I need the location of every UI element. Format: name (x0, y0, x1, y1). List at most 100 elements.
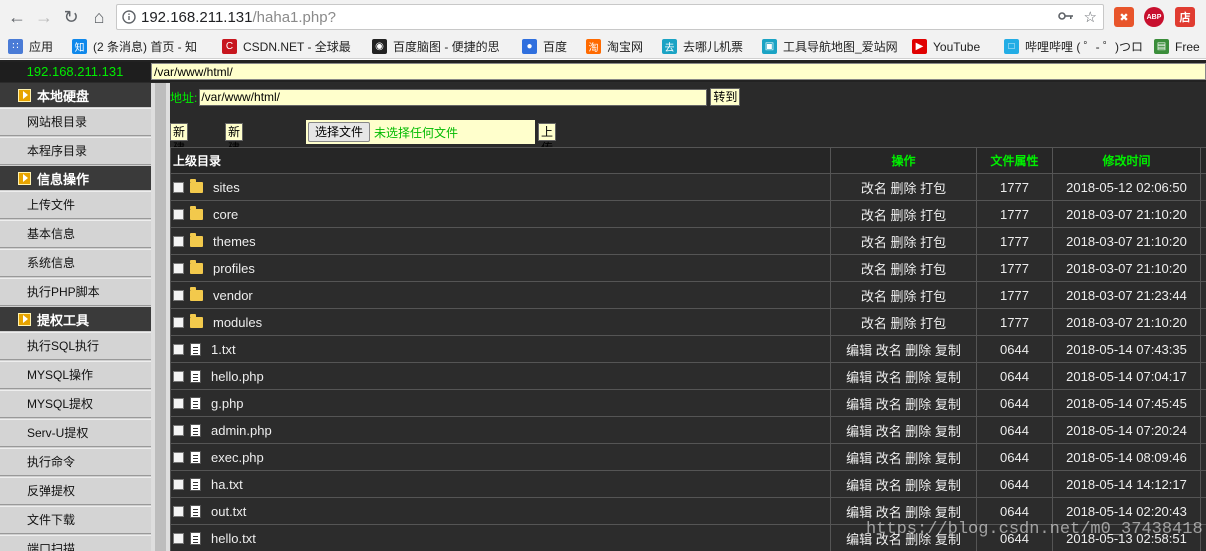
sidebar-item[interactable]: 文件下载 (0, 506, 151, 534)
file-name-link[interactable]: core (213, 207, 238, 222)
file-mtime[interactable]: 2018-03-07 21:10:20 (1052, 227, 1201, 255)
file-permission[interactable]: 1777 (976, 227, 1053, 255)
file-permission[interactable]: 0644 (976, 389, 1053, 417)
sidebar-item[interactable]: 端口扫描 (0, 535, 151, 551)
sidebar-item[interactable]: MYSQL操作 (0, 361, 151, 389)
row-checkbox[interactable] (173, 425, 184, 437)
bookmark-aizhan[interactable]: ▣ 工具导航地图_爱站网 (762, 37, 900, 56)
bookmark-csdn[interactable]: C CSDN.NET - 全球最 (222, 37, 360, 56)
file-mtime[interactable]: 2018-05-14 07:20:24 (1052, 416, 1201, 444)
file-mtime[interactable]: 2018-03-07 21:23:44 (1052, 281, 1201, 309)
file-name-link[interactable]: out.txt (211, 504, 246, 519)
file-permission[interactable]: 0644 (976, 443, 1053, 471)
bookmark-apps[interactable]: ∷ 应用 (8, 37, 66, 56)
new-dir-button[interactable]: 新建目录 (225, 123, 244, 187)
file-mtime[interactable]: 2018-03-07 21:10:20 (1052, 308, 1201, 336)
path-input[interactable]: /var/www/html/ (199, 88, 708, 106)
file-permission[interactable]: 1777 (976, 281, 1053, 309)
bookmark-taobao[interactable]: 淘淘宝网 (586, 37, 654, 56)
file-actions[interactable]: 编辑 改名 删除 复制 (830, 362, 977, 390)
file-name-link[interactable]: vendor (213, 288, 253, 303)
row-checkbox[interactable] (173, 506, 184, 518)
file-mtime[interactable]: 2018-05-14 08:09:46 (1052, 443, 1201, 471)
parent-dir-link[interactable]: 上级目录 (170, 147, 831, 174)
sidebar-item[interactable]: 网站根目录 (0, 108, 151, 136)
file-actions[interactable]: 改名 删除 打包 (830, 227, 977, 255)
bookmark-bilibili[interactable]: □ 哔哩哔哩 ( ゜- ゜)つロ (1004, 37, 1144, 56)
row-checkbox[interactable] (173, 371, 184, 383)
sidebar-item[interactable]: 执行命令 (0, 448, 151, 476)
row-checkbox[interactable] (173, 290, 184, 302)
row-checkbox[interactable] (173, 209, 184, 221)
row-checkbox[interactable] (173, 182, 184, 194)
sidebar-item[interactable]: 本程序目录 (0, 137, 151, 165)
bookmark-zhihu[interactable]: 知 (2 条消息) 首页 - 知 (72, 37, 212, 56)
sidebar-item[interactable]: 执行PHP脚本 (0, 278, 151, 306)
file-name-link[interactable]: ha.txt (211, 477, 243, 492)
file-actions[interactable]: 编辑 改名 删除 复制 (830, 416, 977, 444)
file-name-link[interactable]: sites (213, 180, 240, 195)
row-checkbox[interactable] (173, 533, 184, 545)
row-checkbox[interactable] (173, 236, 184, 248)
choose-file-button[interactable]: 选择文件 (308, 122, 371, 142)
home-icon[interactable]: ⌂ (88, 6, 110, 28)
file-name-link[interactable]: themes (213, 234, 256, 249)
sidebar-splitter[interactable] (151, 83, 170, 551)
sidebar-item[interactable]: 反弹提权 (0, 477, 151, 505)
file-mtime[interactable]: 2018-03-07 21:10:20 (1052, 254, 1201, 282)
sidebar-item[interactable]: MYSQL提权 (0, 390, 151, 418)
file-permission[interactable]: 1777 (976, 173, 1053, 201)
file-permission[interactable]: 1777 (976, 200, 1053, 228)
file-actions[interactable]: 编辑 改名 删除 复制 (830, 335, 977, 363)
bookmark-qunar[interactable]: 去去哪儿机票 (662, 37, 754, 56)
reload-icon[interactable]: ↻ (60, 6, 82, 28)
file-name-link[interactable]: hello.php (211, 369, 264, 384)
file-name-link[interactable]: exec.php (211, 450, 264, 465)
bookmark-baidu[interactable]: ● 百度 (522, 37, 578, 56)
row-checkbox[interactable] (173, 344, 184, 356)
file-actions[interactable]: 编辑 改名 删除 复制 (830, 470, 977, 498)
row-checkbox[interactable] (173, 263, 184, 275)
file-permission[interactable]: 0644 (976, 470, 1053, 498)
sidebar-item[interactable]: 系统信息 (0, 249, 151, 277)
file-permission[interactable]: 0644 (976, 362, 1053, 390)
file-mtime[interactable]: 2018-05-14 07:04:17 (1052, 362, 1201, 390)
upload-button[interactable]: 上传 (538, 123, 557, 155)
sidebar-item[interactable]: Serv-U提权 (0, 419, 151, 447)
file-mtime[interactable]: 2018-03-07 21:10:20 (1052, 200, 1201, 228)
file-name-link[interactable]: 1.txt (211, 342, 236, 357)
back-arrow-icon[interactable]: ← (6, 6, 28, 28)
address-bar[interactable]: 192.168.211.131/haha1.php? ☆ (116, 4, 1104, 30)
row-checkbox[interactable] (173, 452, 184, 464)
go-button[interactable]: 转到 (710, 88, 741, 106)
file-permission[interactable]: 0644 (976, 416, 1053, 444)
file-mtime[interactable]: 2018-05-14 14:12:17 (1052, 470, 1201, 498)
forward-arrow-icon[interactable]: → (33, 6, 55, 28)
key-icon[interactable] (1057, 9, 1074, 26)
sidebar-item[interactable]: 执行SQL执行 (0, 332, 151, 360)
file-mtime[interactable]: 2018-05-14 07:45:45 (1052, 389, 1201, 417)
splitter-bar[interactable] (155, 83, 166, 551)
file-actions[interactable]: 改名 删除 打包 (830, 173, 977, 201)
file-name-link[interactable]: g.php (211, 396, 244, 411)
file-actions[interactable]: 编辑 改名 删除 复制 (830, 443, 977, 471)
file-name-link[interactable]: profiles (213, 261, 255, 276)
row-checkbox[interactable] (173, 317, 184, 329)
file-permission[interactable]: 0644 (976, 335, 1053, 363)
file-actions[interactable]: 改名 删除 打包 (830, 200, 977, 228)
file-permission[interactable]: 1777 (976, 254, 1053, 282)
row-checkbox[interactable] (173, 479, 184, 491)
file-mtime[interactable]: 2018-05-12 02:06:50 (1052, 173, 1201, 201)
file-mtime[interactable]: 2018-05-14 07:43:35 (1052, 335, 1201, 363)
row-checkbox[interactable] (173, 398, 184, 410)
extension-tools-icon[interactable]: ✖ (1114, 7, 1134, 27)
file-name-link[interactable]: admin.php (211, 423, 272, 438)
bookmark-free[interactable]: ▤ Free (1154, 37, 1206, 56)
extension-red-icon[interactable]: 店 (1175, 7, 1195, 27)
file-permission[interactable]: 1777 (976, 308, 1053, 336)
bookmark-youtube[interactable]: ▶ YouTube (912, 37, 996, 56)
bookmark-star-icon[interactable]: ☆ (1084, 8, 1097, 26)
file-actions[interactable]: 改名 删除 打包 (830, 254, 977, 282)
sidebar-item[interactable]: 上传文件 (0, 191, 151, 219)
bookmark-naotu[interactable]: ◉ 百度脑图 - 便捷的思 (372, 37, 510, 56)
